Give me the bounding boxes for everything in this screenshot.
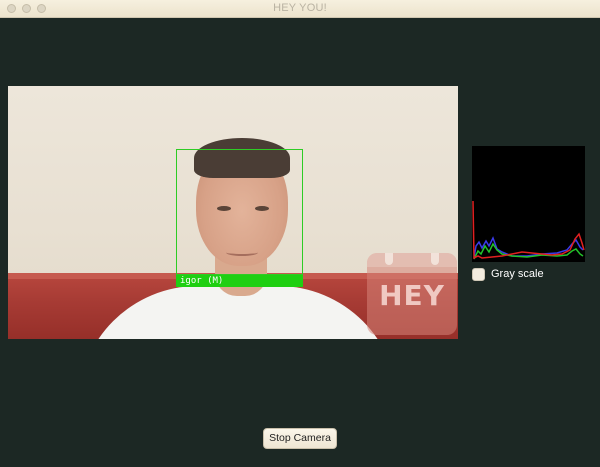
main-content: igor (M) HEY Gray scale Stop Camera: [0, 18, 600, 467]
window-title: HEY YOU!: [273, 2, 327, 14]
calendar-ring-icon: [385, 253, 393, 265]
watermark-text: HEY: [379, 279, 445, 312]
color-histogram: [472, 146, 585, 262]
face-detection-label: igor (M): [176, 275, 303, 287]
face-detection-box: [176, 149, 303, 275]
gray-scale-label: Gray scale: [491, 268, 544, 280]
histogram-plot: [472, 200, 585, 260]
calendar-top-icon: [367, 253, 457, 267]
gray-scale-option[interactable]: Gray scale: [472, 266, 544, 282]
calendar-ring-icon: [431, 253, 439, 265]
stop-camera-button[interactable]: Stop Camera: [263, 428, 337, 449]
title-bar: HEY YOU!: [0, 0, 600, 18]
hey-watermark-logo: HEY: [367, 253, 457, 335]
camera-view: igor (M) HEY: [8, 86, 458, 339]
gray-scale-checkbox[interactable]: [472, 267, 485, 281]
